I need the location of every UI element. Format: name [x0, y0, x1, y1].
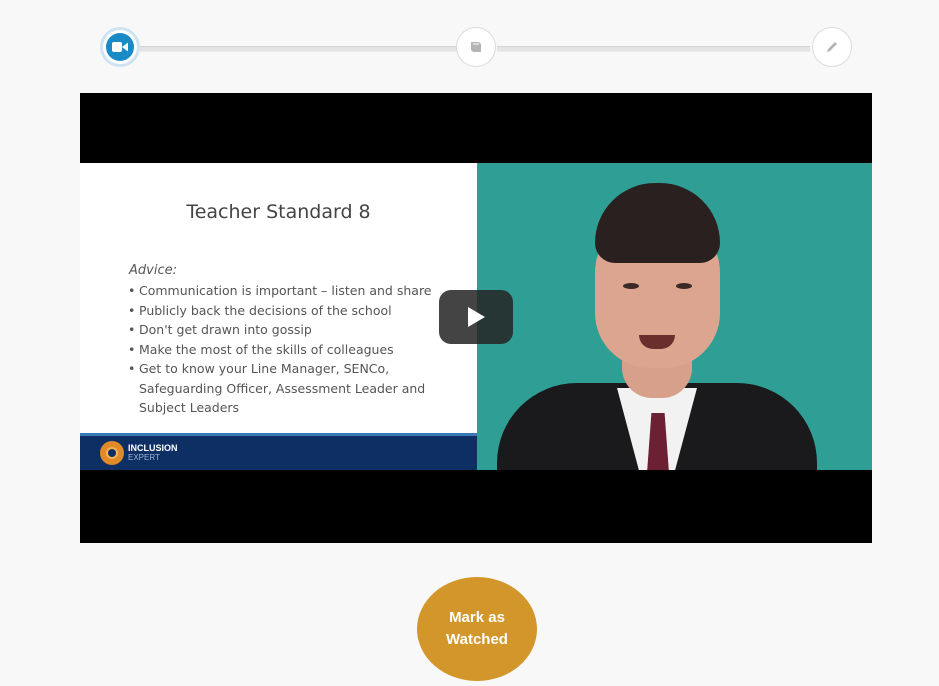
- progress-track-1: [140, 46, 457, 52]
- pencil-icon: [817, 32, 847, 62]
- play-icon: [468, 307, 485, 327]
- inclusion-expert-logo-icon: [100, 441, 124, 465]
- video-player[interactable]: Teacher Standard 8 Advice: Communication…: [80, 93, 872, 543]
- step-reading[interactable]: [456, 27, 496, 67]
- step-video[interactable]: [100, 27, 140, 67]
- logo-text: INCLUSION EXPERT: [128, 443, 178, 463]
- slide-bullets: Communication is important – listen and …: [128, 281, 473, 418]
- book-icon: [461, 32, 491, 62]
- mark-as-watched-button[interactable]: Mark as Watched: [417, 577, 537, 681]
- lecture-slide: Teacher Standard 8 Advice: Communication…: [80, 163, 477, 470]
- logo-line-2: EXPERT: [128, 453, 160, 462]
- slide-advice-label: Advice:: [129, 263, 177, 278]
- play-button[interactable]: [439, 290, 513, 344]
- slide-footer-bar: INCLUSION EXPERT: [80, 433, 477, 470]
- slide-bullet: Get to know your Line Manager, SENCo, Sa…: [128, 359, 473, 418]
- step-quiz[interactable]: [812, 27, 852, 67]
- slide-bullet: Make the most of the skills of colleague…: [128, 340, 473, 360]
- progress-track-2: [497, 46, 810, 52]
- slide-bullet: Don't get drawn into gossip: [128, 320, 473, 340]
- presenter-image: [477, 163, 872, 470]
- progress-stepper: [0, 0, 939, 100]
- video-camera-icon: [106, 33, 134, 61]
- slide-bullet: Publicly back the decisions of the schoo…: [128, 301, 473, 321]
- logo-line-1: INCLUSION: [128, 443, 178, 453]
- slide-title: Teacher Standard 8: [186, 201, 371, 223]
- slide-bullet: Communication is important – listen and …: [128, 281, 473, 301]
